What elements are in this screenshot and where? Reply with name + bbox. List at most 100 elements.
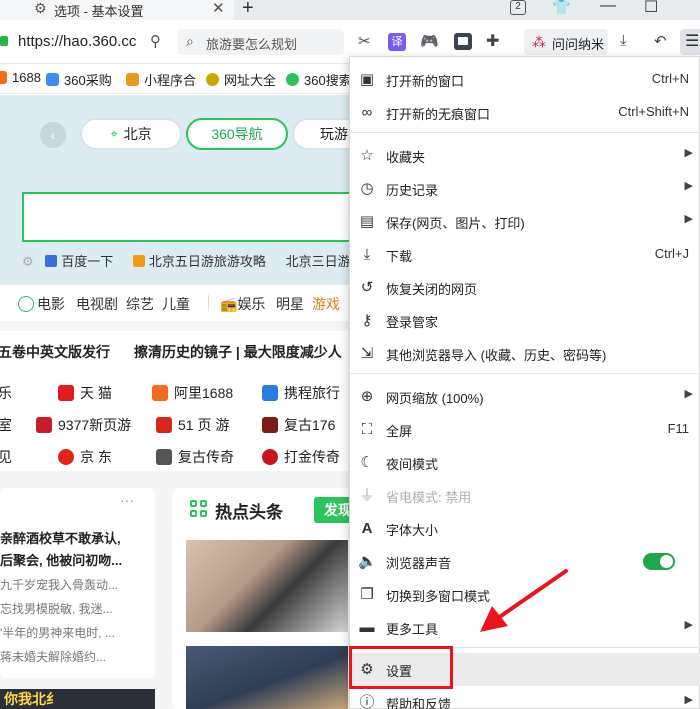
chevron-right-icon: ▶ bbox=[684, 213, 693, 225]
menu-item-import[interactable]: ⇲ 其他浏览器导入 (收藏、历史、密码等) bbox=[350, 337, 700, 370]
extensions-icon[interactable]: ✚ bbox=[486, 31, 499, 51]
chevron-left-icon[interactable]: ‹ bbox=[40, 122, 66, 148]
chevron-right-icon: ▶ bbox=[684, 694, 693, 706]
menu-item-login-manager[interactable]: ⚷ 登录管家 bbox=[350, 304, 700, 337]
speaker-icon: 🔈 bbox=[358, 553, 377, 570]
nav-movie[interactable]: 电影 bbox=[18, 294, 65, 314]
site-tmall[interactable]: 天 猫 bbox=[58, 383, 112, 403]
download-icon: ⤓ bbox=[363, 246, 371, 263]
promo-banner[interactable]: 你我北纟 bbox=[0, 689, 155, 709]
menu-item-font-size[interactable]: A 字体大小 bbox=[350, 512, 700, 545]
multiwindow-icon: ❐ bbox=[360, 586, 374, 603]
menu-item-multiwindow[interactable]: ❐ 切换到多窗口模式 bbox=[350, 578, 700, 611]
main-menu-button[interactable]: ☰ bbox=[680, 29, 700, 55]
site-fugu-chuanqi[interactable]: 复古传奇 bbox=[156, 447, 234, 467]
main-menu-dropdown: ▣ 打开新的窗口 Ctrl+N ∞ 打开新的无痕窗口 Ctrl+Shift+N … bbox=[349, 56, 700, 709]
bookmark-360caigou[interactable]: 360采购 bbox=[46, 70, 112, 89]
reader-icon[interactable] bbox=[454, 33, 472, 50]
site-fugu176[interactable]: 复古176 bbox=[262, 415, 335, 435]
menu-item-night-mode[interactable]: ☾ 夜间模式 bbox=[350, 446, 700, 479]
pin-icon[interactable]: ⚲ bbox=[150, 32, 161, 50]
nav-games[interactable]: 游戏 bbox=[312, 294, 340, 314]
hot-search-2[interactable]: 北京五日游旅游攻略 bbox=[132, 254, 274, 269]
close-tab-icon[interactable]: ✕ bbox=[212, 0, 225, 17]
settings-small-icon[interactable]: ⚙ bbox=[22, 254, 34, 269]
gamepad-icon[interactable]: 🎮 bbox=[420, 32, 439, 50]
wenwen-button[interactable]: ⁂ 问问纳米 bbox=[524, 29, 608, 55]
sound-toggle[interactable] bbox=[643, 553, 675, 570]
site-9377[interactable]: 9377新页游 bbox=[36, 415, 131, 435]
translate-icon[interactable]: 译 bbox=[388, 33, 406, 51]
site-dajin[interactable]: 打金传奇 bbox=[262, 447, 340, 467]
skin-icon[interactable]: 👕 bbox=[552, 0, 571, 16]
menu-item-save[interactable]: ▤ 保存(网页、图片、打印) ▶ bbox=[350, 205, 700, 238]
minimize-button[interactable]: — bbox=[600, 0, 616, 15]
site-jd[interactable]: 京 东 bbox=[58, 447, 112, 467]
news-snippet[interactable]: 忘找男模脱敏, 我迷... bbox=[0, 600, 113, 617]
hot-search-1[interactable]: 百度一下 bbox=[45, 254, 121, 269]
site-link[interactable]: 乐 bbox=[0, 383, 12, 403]
new-tab-button[interactable]: + bbox=[242, 0, 254, 20]
menu-item-incognito[interactable]: ∞ 打开新的无痕窗口 Ctrl+Shift+N bbox=[350, 96, 700, 129]
tab-settings[interactable]: ⚙ 选项 - 基本设置 ✕ bbox=[0, 0, 234, 20]
news-headline[interactable]: 后聚会, 他被问初吻... bbox=[0, 550, 122, 569]
download-icon[interactable]: ⤓ bbox=[620, 32, 627, 49]
news-snippet[interactable]: 蒋未婚夫解除婚约... bbox=[0, 648, 106, 665]
search-input[interactable]: ⌕ 旅游要怎么规划 bbox=[178, 29, 344, 55]
menu-item-browser-sound[interactable]: 🔈 浏览器声音 bbox=[350, 545, 700, 578]
undo-icon[interactable]: ↶ bbox=[654, 32, 667, 50]
news-card: ··· 亲醉酒校草不敢承认, 后聚会, 他被问初吻... 九千岁宠我入骨轰动..… bbox=[0, 488, 155, 678]
hot-search-3[interactable]: 北京三日游 bbox=[286, 254, 351, 269]
menu-item-restore[interactable]: ↺ 恢复关闭的网页 bbox=[350, 271, 700, 304]
news-photo[interactable] bbox=[186, 646, 348, 709]
maximize-button[interactable]: ☐ bbox=[644, 0, 658, 17]
tab-360-nav[interactable]: 360导航 bbox=[186, 118, 288, 150]
nav-kids[interactable]: 儿童 bbox=[162, 294, 190, 314]
site-link[interactable]: 室 bbox=[0, 415, 12, 435]
menu-item-fullscreen[interactable]: ⛶ 全屏 F11 bbox=[350, 413, 700, 446]
menu-item-favorites[interactable]: ☆ 收藏夹 ▶ bbox=[350, 139, 700, 172]
scissors-icon[interactable]: ✂ bbox=[358, 32, 371, 50]
search-icon: ⌕ bbox=[186, 33, 194, 49]
menu-item-help[interactable]: ⓘ 帮助和反馈 ▶ bbox=[350, 686, 700, 709]
tmall-icon bbox=[58, 385, 74, 401]
site-link[interactable]: 见 bbox=[0, 447, 12, 467]
menu-item-new-window[interactable]: ▣ 打开新的窗口 Ctrl+N bbox=[350, 63, 700, 96]
tab-location[interactable]: ⌖ 北京 bbox=[80, 118, 182, 150]
secure-lock-icon bbox=[0, 36, 8, 46]
menu-item-power-saving: ⏚ 省电模式: 禁用 bbox=[359, 487, 472, 505]
site-51yeyou[interactable]: 51 页 游 bbox=[156, 415, 229, 435]
menu-item-history[interactable]: ◷ 历史记录 ▶ bbox=[350, 172, 700, 205]
bookmark-wangzhi[interactable]: 网址大全 bbox=[206, 70, 276, 89]
menu-item-more-tools[interactable]: ▬ 更多工具 ▶ bbox=[350, 611, 700, 644]
tab-count-badge[interactable]: 2 bbox=[510, 0, 526, 15]
news-snippet[interactable]: 九千岁宠我入骨轰动... bbox=[0, 576, 118, 593]
more-icon[interactable]: ··· bbox=[120, 492, 134, 508]
ticker-item-1[interactable]: 五卷中英文版发行 bbox=[0, 342, 110, 362]
ticker-item-2[interactable]: 擦清历史的镜子 | 最大限度减少人 bbox=[134, 342, 342, 362]
menu-item-zoom[interactable]: ⊕ 网页缩放 (100%) ▶ bbox=[350, 380, 700, 413]
main-search-box[interactable] bbox=[22, 192, 362, 242]
hot-news-card: 热点头条 发现 bbox=[172, 488, 362, 709]
1688-icon bbox=[152, 385, 168, 401]
site-1688[interactable]: 阿里1688 bbox=[152, 383, 233, 403]
news-photo[interactable] bbox=[186, 540, 348, 632]
restore-icon: ↺ bbox=[360, 279, 374, 296]
wenwen-icon: ⁂ bbox=[532, 34, 546, 50]
site-ctrip[interactable]: 携程旅行 bbox=[262, 383, 340, 403]
url-field[interactable]: https://hao.360.cc bbox=[18, 33, 136, 50]
news-snippet[interactable]: '半年的男神来电时, ... bbox=[0, 624, 115, 641]
nav-variety[interactable]: 综艺 bbox=[126, 294, 154, 314]
play-icon bbox=[18, 296, 34, 312]
nav-entertainment[interactable]: 📻娱乐 bbox=[220, 294, 265, 314]
360-icon bbox=[46, 73, 59, 86]
nav-tv[interactable]: 电视剧 bbox=[76, 294, 118, 314]
bookmark-360search[interactable]: 360搜索 bbox=[286, 70, 352, 89]
cube-icon bbox=[126, 73, 139, 86]
bookmark-miniprogram[interactable]: 小程序合 bbox=[126, 70, 196, 89]
menu-item-download[interactable]: ⤓ 下载 Ctrl+J bbox=[350, 238, 700, 271]
news-headline[interactable]: 亲醉酒校草不敢承认, bbox=[0, 528, 121, 547]
9377-icon bbox=[36, 417, 52, 433]
nav-stars[interactable]: 明星 bbox=[276, 294, 304, 314]
bookmark-1688[interactable]: 1688 bbox=[0, 70, 41, 85]
